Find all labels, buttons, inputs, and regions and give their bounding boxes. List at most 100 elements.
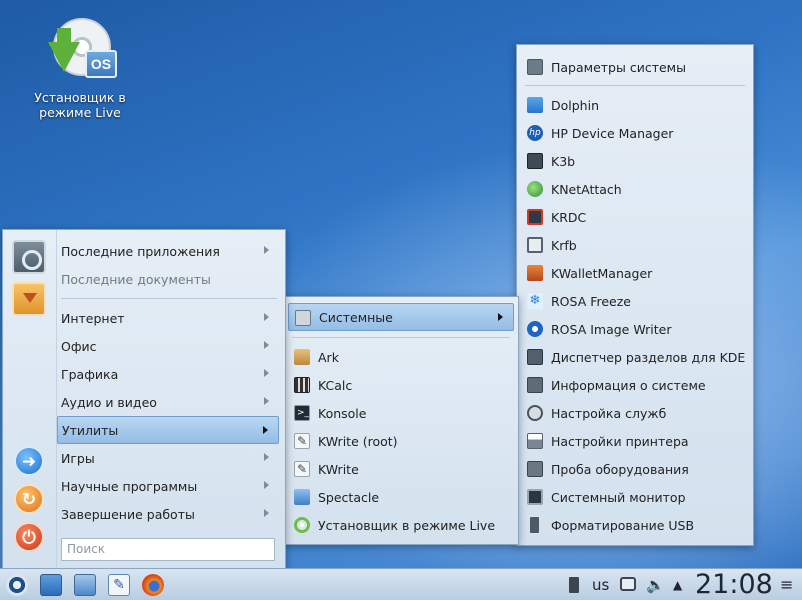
separator	[61, 298, 277, 299]
desktop-icon-live-installer[interactable]: OS Установщик в режиме Live	[22, 16, 138, 120]
menu-item-partition-manager[interactable]: Диспетчер разделов для KDE	[521, 343, 749, 371]
menu-item-kcalc[interactable]: KCalc	[288, 371, 514, 399]
clock[interactable]: 21:08	[695, 569, 773, 600]
info-icon	[527, 377, 543, 393]
chevron-right-icon	[264, 369, 269, 377]
text-editor-icon[interactable]: ✎	[108, 574, 130, 596]
menu-item-kwrite-root[interactable]: ✎ KWrite (root)	[288, 427, 514, 455]
utilities-submenu: Системные Ark KCalc >_ Konsole ✎ KWrite …	[283, 296, 519, 545]
logout-icon[interactable]: ➜	[14, 446, 44, 476]
tray-expand-icon[interactable]: ▲	[673, 569, 682, 600]
archive-icon	[294, 349, 310, 365]
menu-item-games[interactable]: Игры	[57, 444, 279, 472]
folder-icon	[527, 97, 543, 113]
menu-item-spectacle[interactable]: Spectacle	[288, 483, 514, 511]
live-installer-icon: OS	[45, 16, 117, 86]
image-writer-icon	[527, 321, 543, 337]
chevron-right-icon	[264, 313, 269, 321]
menu-item-k3b[interactable]: K3b	[521, 147, 749, 175]
package-installer-icon[interactable]	[12, 282, 46, 316]
menu-item-usb-format[interactable]: Форматирование USB	[521, 511, 749, 539]
menu-item-utilities[interactable]: Утилиты	[57, 416, 279, 444]
system-settings-icon[interactable]	[12, 240, 46, 274]
terminal-icon: >_	[294, 405, 310, 421]
network-icon[interactable]	[620, 577, 636, 591]
menu-item-krdc[interactable]: KRDC	[521, 203, 749, 231]
chevron-right-icon	[264, 481, 269, 489]
partition-icon	[527, 349, 543, 365]
live-installer-icon	[294, 517, 310, 533]
pen-icon: ✎	[294, 433, 310, 449]
menu-item-system[interactable]: Системные	[288, 303, 514, 331]
camera-icon	[294, 489, 310, 505]
services-icon	[527, 405, 543, 421]
settings-icon	[527, 59, 543, 75]
file-manager-icon[interactable]	[74, 574, 96, 596]
application-launcher-menu: ➜ ↻ ⏻ Последние приложения Последние док…	[2, 229, 286, 569]
desktop-icon[interactable]	[40, 574, 62, 596]
usb-tray-icon[interactable]	[569, 577, 579, 593]
calculator-icon	[294, 377, 310, 393]
taskbar: ✎ us 🔈 ▲ 21:08 ≡	[0, 568, 802, 600]
menu-icon[interactable]: ≡	[780, 569, 793, 600]
wallet-icon	[527, 265, 543, 281]
chevron-right-icon	[264, 397, 269, 405]
restart-icon[interactable]: ↻	[14, 484, 44, 514]
chevron-right-icon	[498, 313, 503, 321]
menu-item-live-installer[interactable]: Установщик в режиме Live	[288, 511, 514, 539]
disc-burner-icon	[527, 153, 543, 169]
printer-icon	[527, 433, 543, 449]
menu-item-ark[interactable]: Ark	[288, 343, 514, 371]
menu-item-konsole[interactable]: >_ Konsole	[288, 399, 514, 427]
menu-item-services[interactable]: Настройка служб	[521, 399, 749, 427]
shutdown-icon[interactable]: ⏻	[14, 522, 44, 552]
menu-item-knetattach[interactable]: KNetAttach	[521, 175, 749, 203]
chevron-right-icon	[264, 509, 269, 517]
keyboard-layout-indicator[interactable]: us	[592, 569, 609, 600]
chevron-right-icon	[264, 246, 269, 254]
hardware-icon	[527, 461, 543, 477]
menu-item-rosa-freeze[interactable]: ❄ ROSA Freeze	[521, 287, 749, 315]
menu-item-system-settings[interactable]: Параметры системы	[521, 53, 749, 81]
menu-item-recent-documents: Последние документы	[61, 271, 211, 287]
menu-item-shutdown[interactable]: Завершение работы	[57, 500, 279, 528]
globe-icon	[527, 181, 543, 197]
chevron-right-icon	[263, 426, 268, 434]
menu-item-graphics[interactable]: Графика	[57, 360, 279, 388]
desktop-icon-label: Установщик в режиме Live	[34, 90, 126, 120]
chevron-right-icon	[264, 453, 269, 461]
menu-item-dolphin[interactable]: Dolphin	[521, 91, 749, 119]
launcher-sidebar: ➜ ↻ ⏻	[3, 230, 57, 568]
search-input[interactable]: Поиск	[61, 538, 275, 561]
menu-item-system-monitor[interactable]: Системный монитор	[521, 483, 749, 511]
menu-item-internet[interactable]: Интернет	[57, 304, 279, 332]
menu-item-rosa-image-writer[interactable]: ROSA Image Writer	[521, 315, 749, 343]
menu-item-hardware-probe[interactable]: Проба оборудования	[521, 455, 749, 483]
menu-item-recent-applications[interactable]: Последние приложения	[57, 237, 279, 265]
desktop-sharing-icon	[527, 237, 543, 253]
remote-desktop-icon	[527, 209, 543, 225]
menu-item-audio-video[interactable]: Аудио и видео	[57, 388, 279, 416]
usb-icon	[530, 517, 539, 533]
volume-icon[interactable]: 🔈	[646, 569, 665, 600]
hp-icon: hp	[527, 125, 543, 141]
menu-item-hp-device-manager[interactable]: hp HP Device Manager	[521, 119, 749, 147]
menu-item-science[interactable]: Научные программы	[57, 472, 279, 500]
rosa-launcher-icon[interactable]	[6, 574, 28, 596]
menu-item-kwalletmanager[interactable]: KWalletManager	[521, 259, 749, 287]
menu-item-system-info[interactable]: Информация о системе	[521, 371, 749, 399]
tools-icon	[295, 310, 311, 326]
pen-icon: ✎	[294, 461, 310, 477]
menu-item-printer-settings[interactable]: Настройки принтера	[521, 427, 749, 455]
chevron-right-icon	[264, 341, 269, 349]
firefox-icon[interactable]	[142, 574, 164, 596]
menu-item-krfb[interactable]: Krfb	[521, 231, 749, 259]
monitor-icon	[527, 489, 543, 505]
snowflake-icon: ❄	[527, 293, 543, 309]
separator	[525, 85, 745, 86]
system-submenu: Параметры системы Dolphin hp HP Device M…	[516, 44, 754, 546]
os-badge: OS	[85, 50, 117, 78]
menu-item-office[interactable]: Офис	[57, 332, 279, 360]
menu-item-kwrite[interactable]: ✎ KWrite	[288, 455, 514, 483]
separator	[292, 337, 510, 338]
